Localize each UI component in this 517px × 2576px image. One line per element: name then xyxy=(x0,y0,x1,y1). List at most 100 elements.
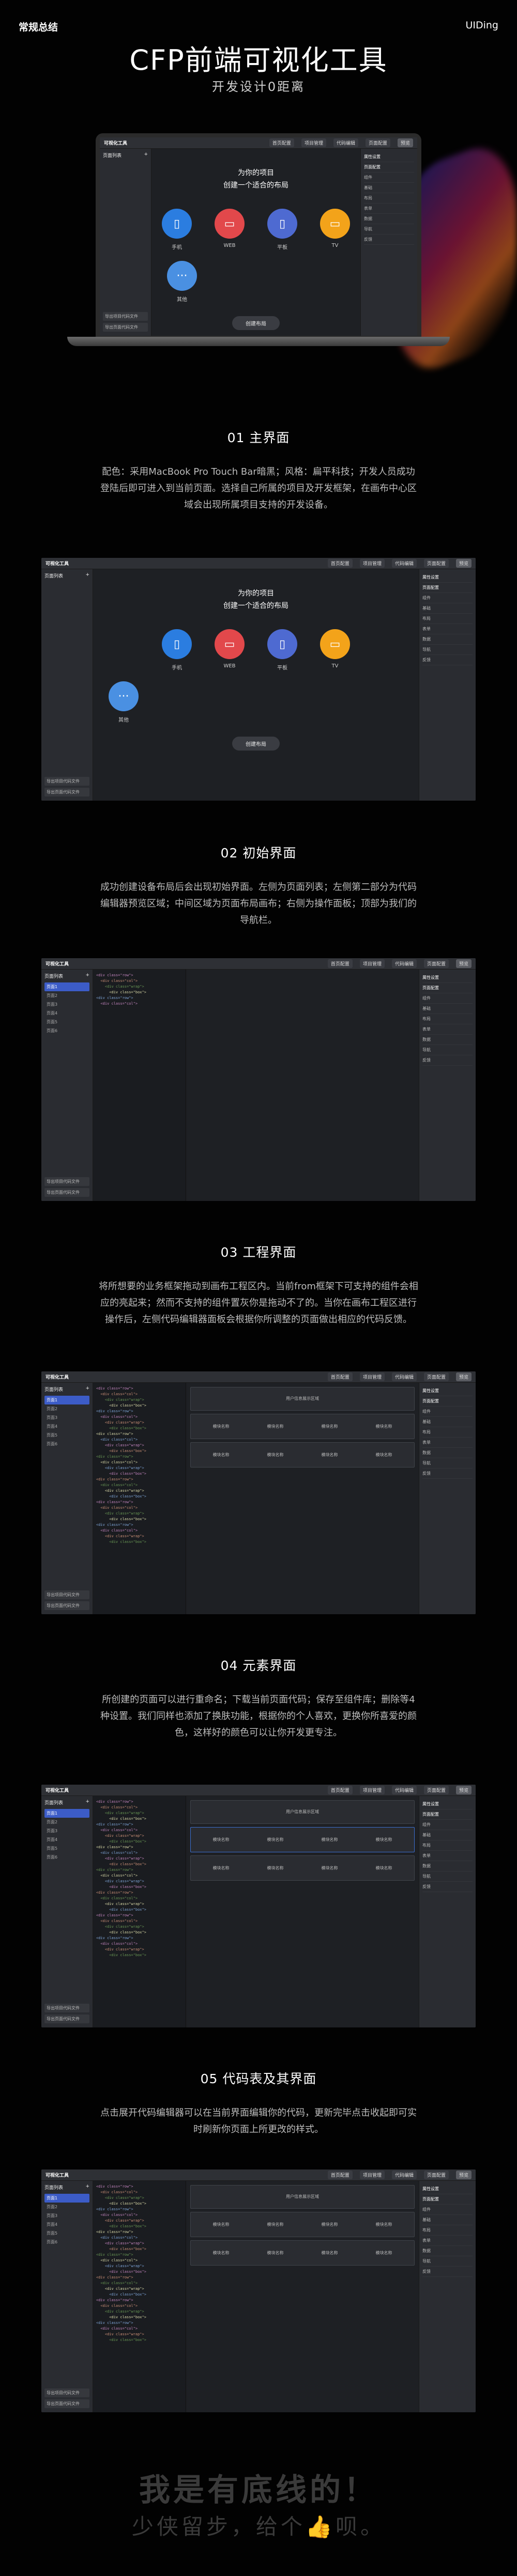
property-item[interactable]: 表单 xyxy=(422,1438,473,1448)
nav-item-2[interactable]: 代码编辑 xyxy=(391,559,417,568)
module-cell[interactable]: 模块名称 xyxy=(376,1424,392,1429)
device-option[interactable]: ▯ 手机 xyxy=(162,209,192,251)
nav-item-0[interactable]: 首页配置 xyxy=(327,1786,353,1794)
code-editor[interactable]: <div class="row"> <div class="col"> <div… xyxy=(93,970,186,1201)
code-editor[interactable]: <div class="row"> <div class="col"> <div… xyxy=(93,1383,186,1614)
property-item[interactable]: 基础 xyxy=(364,183,414,193)
page-list-item[interactable]: 页面6 xyxy=(44,1853,89,1862)
property-item[interactable]: 数据 xyxy=(364,214,414,224)
property-item[interactable]: 组件 xyxy=(422,593,473,603)
device-option[interactable]: ▯ 平板 xyxy=(267,629,297,671)
export-button[interactable]: 导出项目代码文件 xyxy=(44,777,89,786)
export-button[interactable]: 导出页面代码文件 xyxy=(44,1188,89,1197)
nav-item-3[interactable]: 页面配置 xyxy=(365,138,390,147)
canvas-module-row-2[interactable]: 模块名称 模块名称 模块名称 模块名称 xyxy=(190,2240,415,2266)
property-item[interactable]: 布局 xyxy=(422,1427,473,1438)
add-page-icon[interactable]: + xyxy=(85,1386,89,1393)
canvas-module-row[interactable]: 模块名称 模块名称 模块名称 模块名称 xyxy=(190,1414,415,1439)
property-item[interactable]: 反馈 xyxy=(422,1055,473,1066)
nav-item-0[interactable]: 首页配置 xyxy=(327,959,353,968)
page-list-item[interactable]: 页面3 xyxy=(44,1413,89,1422)
canvas-banner[interactable]: 用户信息展示区域 xyxy=(190,1800,415,1824)
nav-item-0[interactable]: 首页配置 xyxy=(269,138,294,147)
page-list-item[interactable]: 页面5 xyxy=(44,1018,89,1026)
device-option[interactable]: ▭ WEB xyxy=(215,629,245,671)
property-item[interactable]: 布局 xyxy=(364,193,414,204)
export-button[interactable]: 导出项目代码文件 xyxy=(44,1177,89,1186)
module-cell[interactable]: 模块名称 xyxy=(267,1452,284,1458)
export-button[interactable]: 导出项目代码文件 xyxy=(44,2388,89,2397)
property-item[interactable]: 页面配置 xyxy=(422,1809,473,1820)
export-button[interactable]: 导出页面代码文件 xyxy=(44,1601,89,1610)
module-cell[interactable]: 模块名称 xyxy=(376,1837,392,1843)
device-option[interactable]: ▯ 平板 xyxy=(267,209,297,251)
code-editor[interactable]: <div class="row"> <div class="col"> <div… xyxy=(93,2181,186,2412)
page-list-item[interactable]: 页面1 xyxy=(44,2194,89,2203)
device-option[interactable]: ▭ TV xyxy=(320,629,350,671)
export-button[interactable]: 导出页面代码文件 xyxy=(44,2015,89,2023)
nav-preview-button[interactable]: 预览 xyxy=(455,559,472,568)
property-item[interactable]: 数据 xyxy=(422,1448,473,1458)
canvas-module-row[interactable]: 模块名称 模块名称 模块名称 模块名称 xyxy=(190,2212,415,2237)
property-item[interactable]: 导航 xyxy=(364,224,414,235)
device-option[interactable]: ▭ TV xyxy=(320,209,350,251)
module-cell[interactable]: 模块名称 xyxy=(376,2222,392,2227)
module-cell[interactable]: 模块名称 xyxy=(376,1452,392,1458)
canvas-module-row[interactable]: 模块名称 模块名称 模块名称 模块名称 xyxy=(190,1827,415,1852)
page-list-item[interactable]: 页面6 xyxy=(44,1026,89,1035)
nav-preview-button[interactable]: 预览 xyxy=(455,2171,472,2179)
module-cell[interactable]: 模块名称 xyxy=(322,1865,338,1871)
module-cell[interactable]: 模块名称 xyxy=(322,1424,338,1429)
export-button[interactable]: 导出页面代码文件 xyxy=(103,323,148,332)
add-page-icon[interactable]: + xyxy=(85,973,89,979)
nav-item-2[interactable]: 代码编辑 xyxy=(391,2171,417,2179)
nav-item-1[interactable]: 项目管理 xyxy=(301,138,326,147)
module-cell[interactable]: 模块名称 xyxy=(267,1865,284,1871)
module-cell[interactable]: 模块名称 xyxy=(322,2222,338,2227)
property-item[interactable]: 反馈 xyxy=(422,655,473,665)
property-item[interactable]: 表单 xyxy=(422,1024,473,1035)
page-list-item[interactable]: 页面1 xyxy=(44,1809,89,1818)
nav-item-2[interactable]: 代码编辑 xyxy=(333,138,358,147)
module-cell[interactable]: 模块名称 xyxy=(213,2222,230,2227)
property-item[interactable]: 数据 xyxy=(422,1035,473,1045)
nav-item-2[interactable]: 代码编辑 xyxy=(391,1372,417,1381)
property-item[interactable]: 表单 xyxy=(422,2236,473,2246)
property-item[interactable]: 页面配置 xyxy=(422,583,473,593)
page-list-item[interactable]: 页面5 xyxy=(44,2229,89,2238)
property-item[interactable]: 基础 xyxy=(422,603,473,614)
property-item[interactable]: 导航 xyxy=(422,1045,473,1055)
page-list-item[interactable]: 页面3 xyxy=(44,2211,89,2220)
module-cell[interactable]: 模块名称 xyxy=(267,1424,284,1429)
nav-item-1[interactable]: 项目管理 xyxy=(359,1786,385,1794)
module-cell[interactable]: 模块名称 xyxy=(267,1837,284,1843)
property-item[interactable]: 反馈 xyxy=(364,235,414,245)
nav-item-1[interactable]: 项目管理 xyxy=(359,2171,385,2179)
canvas-module-row-2[interactable]: 模块名称 模块名称 模块名称 模块名称 xyxy=(190,1855,415,1881)
nav-item-1[interactable]: 项目管理 xyxy=(359,559,385,568)
nav-item-3[interactable]: 页面配置 xyxy=(423,2171,449,2179)
nav-item-3[interactable]: 页面配置 xyxy=(423,559,449,568)
module-cell[interactable]: 模块名称 xyxy=(213,1837,230,1843)
property-item[interactable]: 组件 xyxy=(422,2205,473,2215)
page-list-item[interactable]: 页面3 xyxy=(44,1000,89,1009)
module-cell[interactable]: 模块名称 xyxy=(376,2250,392,2256)
property-item[interactable]: 布局 xyxy=(422,2225,473,2236)
module-cell[interactable]: 模块名称 xyxy=(322,1837,338,1843)
export-button[interactable]: 导出项目代码文件 xyxy=(44,2004,89,2012)
property-item[interactable]: 组件 xyxy=(422,1820,473,1830)
page-list-item[interactable]: 页面1 xyxy=(44,1396,89,1404)
page-list-item[interactable]: 页面1 xyxy=(44,982,89,991)
device-option[interactable]: ··· 其他 xyxy=(167,261,197,303)
module-cell[interactable]: 模块名称 xyxy=(213,1452,230,1458)
module-cell[interactable]: 模块名称 xyxy=(376,1865,392,1871)
nav-item-2[interactable]: 代码编辑 xyxy=(391,1786,417,1794)
nav-item-1[interactable]: 项目管理 xyxy=(359,1372,385,1381)
page-list-item[interactable]: 页面4 xyxy=(44,2220,89,2229)
canvas-banner[interactable]: 用户信息展示区域 xyxy=(190,2185,415,2209)
property-item[interactable]: 属性设置 xyxy=(422,973,473,983)
property-item[interactable]: 组件 xyxy=(422,993,473,1004)
module-cell[interactable]: 模块名称 xyxy=(267,2222,284,2227)
export-button[interactable]: 导出项目代码文件 xyxy=(44,1590,89,1599)
property-item[interactable]: 页面配置 xyxy=(422,1396,473,1407)
